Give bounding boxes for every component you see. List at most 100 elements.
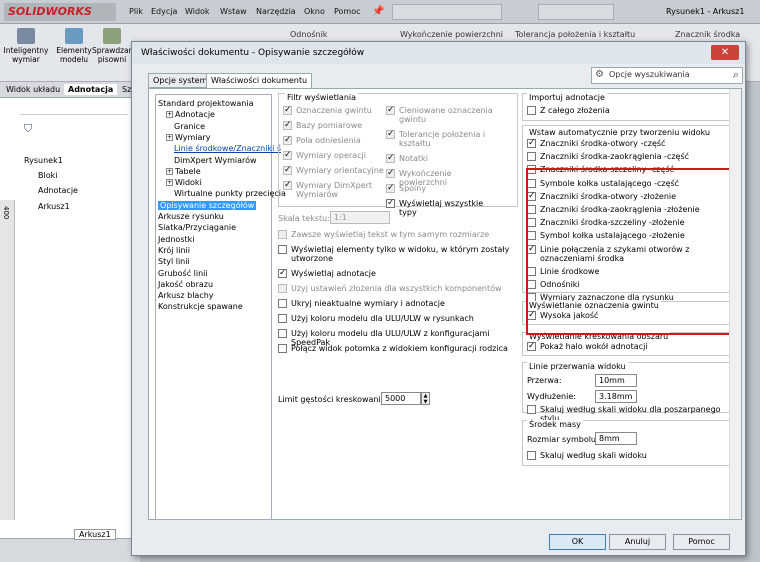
content-scrollbar[interactable] [729,89,741,519]
checkbox[interactable] [278,299,287,308]
filter-icon[interactable]: ⛉ [24,122,32,136]
checkbox[interactable] [283,180,292,190]
smart-dimension-icon [17,28,35,44]
tree-item[interactable]: Linie środkowe/Znaczniki ś [174,143,281,154]
checkbox[interactable] [283,135,292,145]
tree-item[interactable]: Arkusz blachy [158,290,214,301]
tree-item[interactable]: DimXpert Wymiarów [174,155,257,166]
tree-item[interactable]: Styl linii [158,256,190,267]
tree-item[interactable]: + Wymiary [166,132,210,143]
tree-item[interactable]: Granice [174,121,205,132]
options-tree: Standard projektowania + Adnotacje Granice +… [155,94,286,520]
sheet-tab[interactable]: Arkusz1 [74,529,116,540]
gear-icon: ⚙ [595,69,604,80]
tab-document-properties[interactable]: Właściwości dokumentu [206,73,313,89]
ok-button[interactable]: OK [549,534,606,550]
tree-item[interactable]: Opisywanie szczegółów [158,200,257,211]
tree-item[interactable]: Wirtualne punkty przecięcia [174,188,286,199]
tree-item[interactable]: + Adnotacje [166,109,215,120]
symbol-size-input[interactable]: 8mm [595,432,637,445]
smart-dimension-button[interactable]: Inteligentny wymiar [2,28,50,64]
tree-item-bloki[interactable]: Bloki [38,171,57,180]
gtol-button[interactable]: Tolerancja położenia i kształtu [515,30,635,39]
balloon-button[interactable]: Odnośnik [290,30,327,39]
checkbox[interactable] [386,183,395,193]
tree-item[interactable]: Standard projektowania [158,98,253,109]
checkbox[interactable] [527,152,536,162]
checkbox[interactable] [278,344,287,353]
hatch-limit-input[interactable]: 5000 [381,392,421,405]
checkbox[interactable] [278,230,287,239]
tree-item[interactable]: Siatka/Przyciąganie [158,222,236,233]
tree-item[interactable]: + Tabele [166,166,201,177]
checkbox[interactable] [278,268,287,278]
menu-okno[interactable]: Okno [304,7,325,16]
cancel-button[interactable]: Anuluj [609,534,666,550]
tab-annotation[interactable]: Adnotacja [64,84,118,95]
search-options-input[interactable]: ⚙ Opcje wyszukiwania ⌕ [591,67,743,84]
menu-narzedzia[interactable]: Narzędzia [256,7,296,16]
tree-item-label: Granice [174,121,206,131]
checkbox[interactable] [386,129,395,139]
checkbox[interactable] [386,168,395,178]
break-scale-checkbox[interactable] [527,405,536,414]
quick-toolbar[interactable] [392,4,502,20]
tree-item[interactable]: Konstrukcje spawane [158,301,243,312]
checkbox-label: Notatki [399,154,428,163]
checkbox[interactable] [386,198,395,208]
checkbox[interactable] [527,138,536,148]
menu-plik[interactable]: Plik [129,7,143,16]
menu-edycja[interactable]: Edycja [151,7,177,16]
checkbox[interactable] [283,165,292,175]
checkbox[interactable] [278,314,287,323]
tab-layout[interactable]: Widok układu [2,84,64,95]
tree-item[interactable]: Jednostki [158,234,194,245]
checkbox[interactable] [386,105,395,115]
tree-item[interactable]: Jakość obrazu [158,279,213,290]
tree-item[interactable]: Arkusze rysunku [158,211,224,222]
checkbox[interactable] [278,245,287,254]
expand-icon[interactable]: + [166,133,173,141]
menu-wstaw[interactable]: Wstaw [220,7,247,16]
tree-item-adnotacje[interactable]: Adnotacje [38,186,78,195]
surface-finish-button[interactable]: Wykończenie powierzchni [400,30,503,39]
expand-icon[interactable]: + [166,179,173,187]
search-icon[interactable]: ⌕ [733,68,739,82]
model-items-button[interactable]: Elementy modelu [50,28,98,64]
selection-toolbar[interactable] [538,4,614,20]
tree-item[interactable]: Krój linii [158,245,190,256]
tree-item-label: Arkusze rysunku [158,212,224,221]
hatch-limit-spinner[interactable]: ▲ ▼ [421,392,430,405]
close-button[interactable]: ✕ [711,45,739,60]
centermark-scale-checkbox[interactable] [527,451,536,460]
checkbox[interactable] [527,341,536,351]
checkbox[interactable] [278,284,287,293]
checkbox[interactable] [283,105,292,115]
tree-item[interactable]: Grubość linii [158,268,208,279]
expand-icon[interactable]: + [166,167,173,175]
text-scale-select[interactable]: 1:1 [330,211,390,224]
checkbox[interactable] [283,150,292,160]
text-scale-label: Skala tekstu: [278,214,330,223]
tree-root[interactable]: Rysunek1 [24,156,63,165]
title-bar: SOLIDWORKS Plik Edycja Widok Wstaw Narzę… [0,0,760,24]
center-mark-button[interactable]: Znacznik środka [675,30,740,39]
model-items-icon [65,28,83,44]
help-button[interactable]: Pomoc [673,534,730,550]
checkbox[interactable] [278,329,287,338]
checkbox[interactable] [283,120,292,130]
expand-icon[interactable]: + [166,111,173,119]
gap-input[interactable]: 10mm [595,374,637,387]
checkbox[interactable] [527,106,536,115]
tree-item-arkusz1[interactable]: Arkusz1 [38,202,70,211]
panel-tabs[interactable] [20,101,128,115]
menu-widok[interactable]: Widok [185,7,210,16]
extension-input[interactable]: 3.18mm [595,390,637,403]
menu-pomoc[interactable]: Pomoc [334,7,361,16]
tree-item[interactable]: + Widoki [166,177,202,188]
bottom-toolbar: Arkusz1 [0,529,140,562]
checkbox[interactable] [386,153,395,163]
spell-check-button[interactable]: Sprawdzanie pisowni [92,28,140,64]
pin-icon[interactable]: 📌 [372,6,384,17]
tree-item-label: Widoki [175,178,202,188]
